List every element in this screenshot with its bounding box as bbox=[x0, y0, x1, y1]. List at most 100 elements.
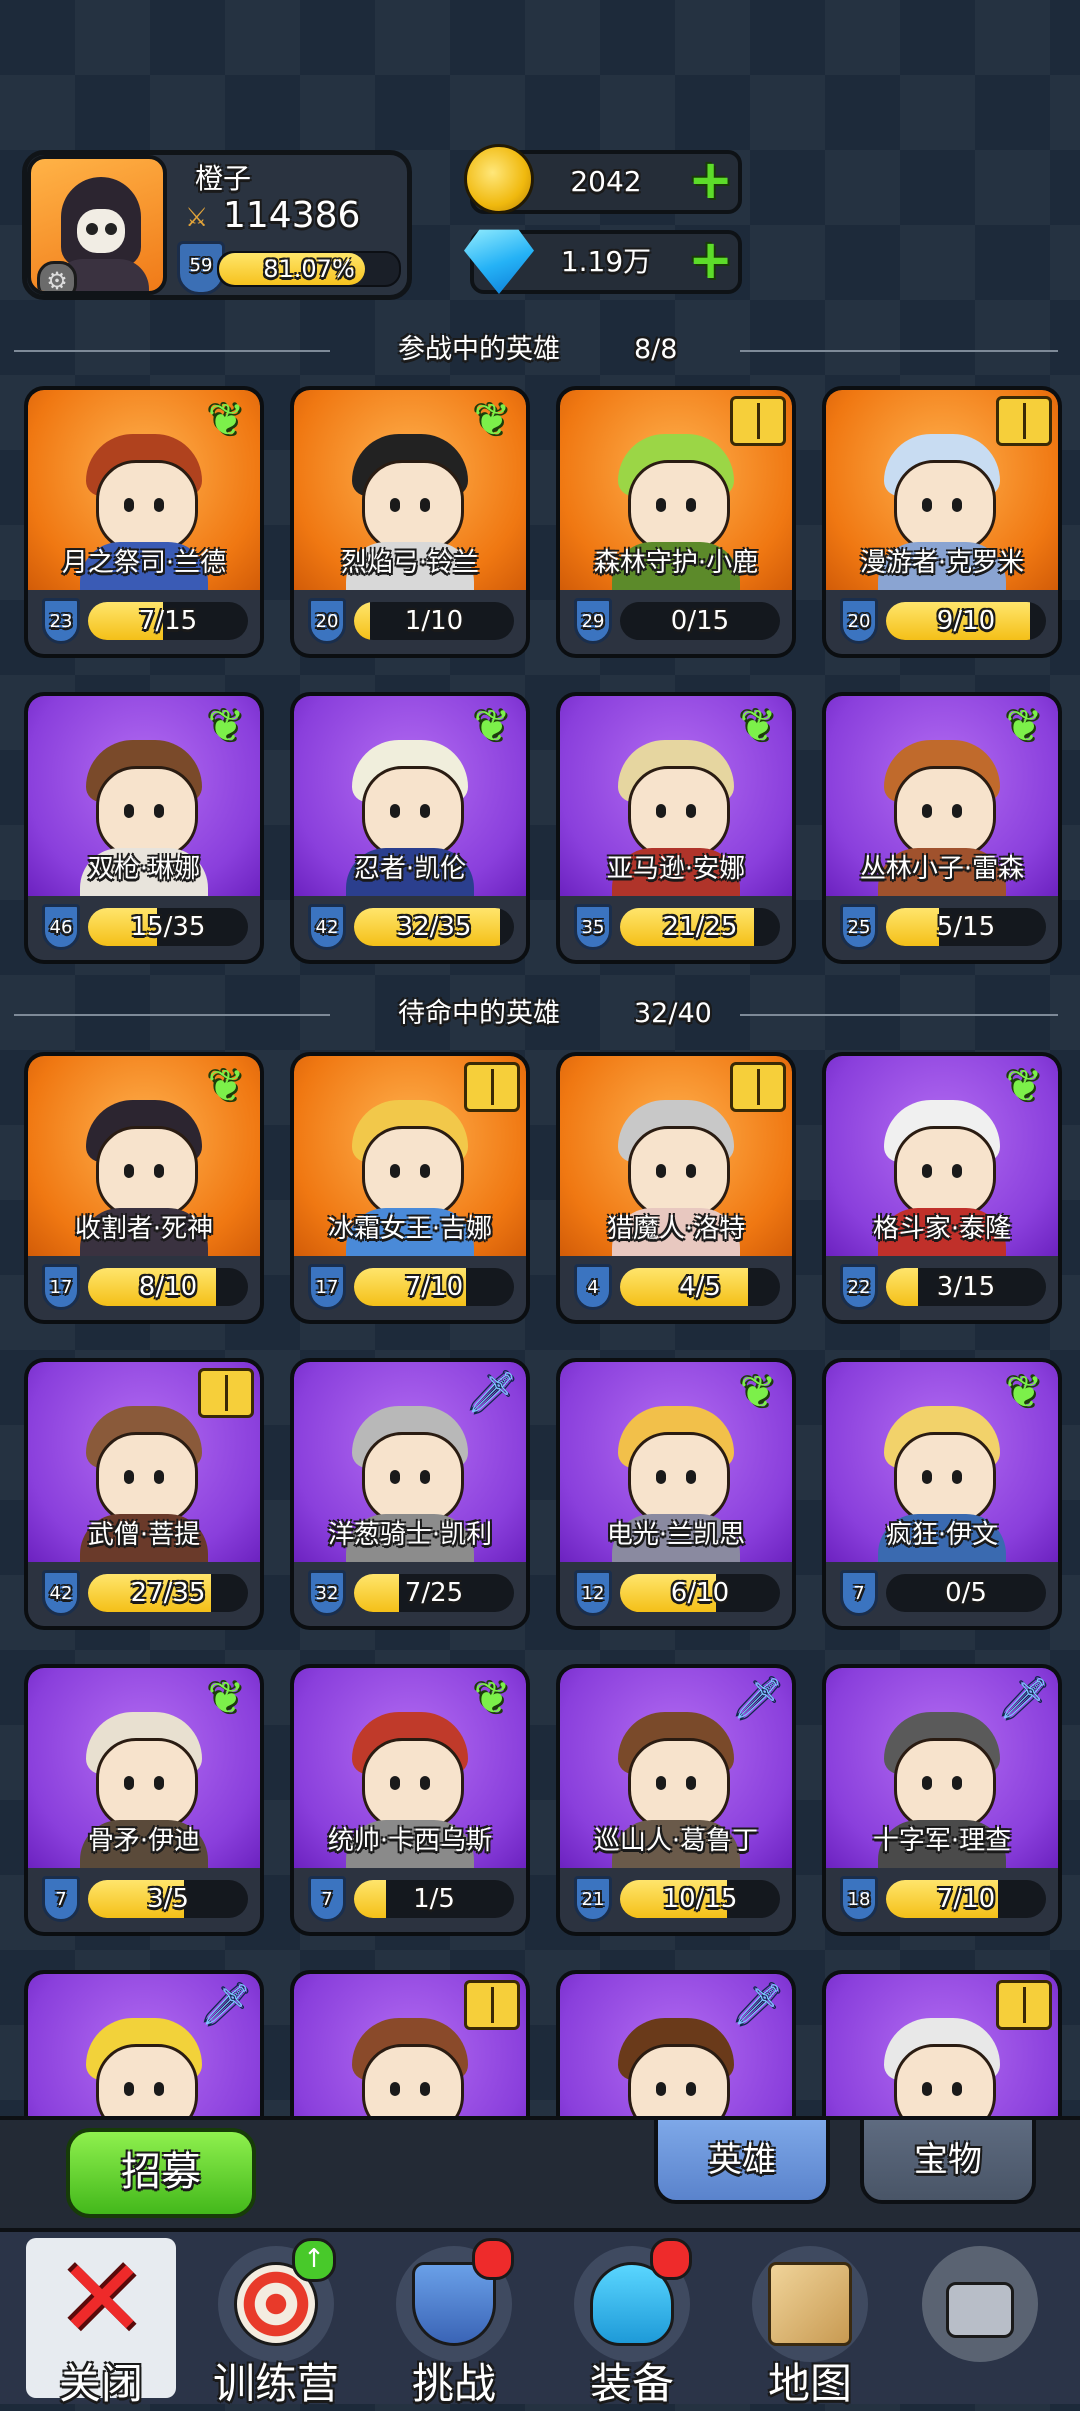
hero-card[interactable]: 漫游者·克罗米 20 9/10 bbox=[822, 386, 1062, 658]
hero-card[interactable]: 🗡 十字军·理查 18 7/10 bbox=[822, 1664, 1062, 1936]
hero-level-shield-icon: 7 bbox=[308, 1876, 346, 1922]
hero-card[interactable]: ❦ 统帅·卡西乌斯 7 1/5 bbox=[290, 1664, 530, 1936]
hero-card[interactable]: ❦ 电光·兰凯思 12 6/10 bbox=[556, 1358, 796, 1630]
hero-card[interactable]: 武僧·菩提 42 27/35 bbox=[24, 1358, 264, 1630]
hero-stats: 29 0/15 bbox=[560, 590, 792, 654]
hero-level-shield-icon: 35 bbox=[574, 904, 612, 950]
hero-card[interactable]: 冰霜女王·吉娜 17 7/10 bbox=[290, 1052, 530, 1324]
wing-icon: ❦ bbox=[207, 395, 245, 446]
hero-shard-progress: 10/15 bbox=[620, 1880, 780, 1918]
hero-name: 漫游者·克罗米 bbox=[859, 548, 1025, 578]
nav-map[interactable]: 地图 bbox=[730, 2238, 890, 2408]
hero-level-shield-icon: 23 bbox=[42, 598, 80, 644]
hero-name: 电光·兰凯思 bbox=[606, 1520, 746, 1550]
xp-progress-bar: 81.07% bbox=[217, 251, 401, 287]
hero-card[interactable]: ❦ 骨矛·伊迪 7 3/5 bbox=[24, 1664, 264, 1936]
hero-card[interactable]: 森林守护·小鹿 29 0/15 bbox=[556, 386, 796, 658]
nav-locked[interactable] bbox=[900, 2238, 1060, 2398]
hero-shard-progress: 4/5 bbox=[620, 1268, 780, 1306]
hero-card[interactable]: ❦ 月之祭司·兰德 23 7/15 bbox=[24, 386, 264, 658]
gold-counter: 2042 + bbox=[464, 144, 742, 214]
hero-level-shield-icon: 29 bbox=[574, 598, 612, 644]
hero-shard-progress: 7/10 bbox=[354, 1268, 514, 1306]
hero-card[interactable]: ❦ 烈焰弓·铃兰 20 1/10 bbox=[290, 386, 530, 658]
hero-portrait: ❦ 统帅·卡西乌斯 bbox=[294, 1668, 526, 1880]
hero-card[interactable]: 🗡 巡山人·葛鲁丁 21 10/15 bbox=[556, 1664, 796, 1936]
book-icon bbox=[730, 396, 786, 446]
hero-stats: 18 7/10 bbox=[826, 1868, 1058, 1932]
hero-level-shield-icon: 46 bbox=[42, 904, 80, 950]
hero-portrait: ❦ 烈焰弓·铃兰 bbox=[294, 390, 526, 602]
wing-icon: ❦ bbox=[1005, 1061, 1043, 1112]
player-avatar[interactable]: ⚙ bbox=[27, 155, 167, 295]
nav-challenge[interactable]: 挑战 bbox=[374, 2238, 534, 2408]
gear-icon[interactable]: ⚙ bbox=[37, 261, 77, 291]
book-icon bbox=[730, 1062, 786, 1112]
hero-shard-count: 4/5 bbox=[679, 1272, 721, 1302]
hero-card[interactable]: ❦ 亚马逊·安娜 35 21/25 bbox=[556, 692, 796, 964]
hero-shard-progress: 3/15 bbox=[886, 1268, 1046, 1306]
hero-stats: 35 21/25 bbox=[560, 896, 792, 960]
hero-shard-count: 1/5 bbox=[413, 1884, 455, 1914]
wing-icon: ❦ bbox=[207, 1061, 245, 1112]
wing-icon: ❦ bbox=[1005, 701, 1043, 752]
hero-card[interactable]: ❦ 疯狂·伊文 7 0/5 bbox=[822, 1358, 1062, 1630]
hero-shard-count: 7/25 bbox=[404, 1578, 464, 1608]
hero-portrait: 🗡 十字军·理查 bbox=[826, 1668, 1058, 1880]
hero-shard-count: 5/15 bbox=[936, 912, 996, 942]
hero-stats: 25 5/15 bbox=[826, 896, 1058, 960]
hero-shard-count: 0/15 bbox=[670, 606, 730, 636]
hero-card[interactable]: 猎魔人·洛特 4 4/5 bbox=[556, 1052, 796, 1324]
nav-equipment[interactable]: 装备 bbox=[552, 2238, 712, 2408]
hero-stats: 17 7/10 bbox=[294, 1256, 526, 1320]
hero-shard-progress: 21/25 bbox=[620, 908, 780, 946]
notification-dot bbox=[650, 2238, 692, 2280]
nav-close[interactable]: ✕ 关闭 bbox=[26, 2238, 176, 2408]
hero-portrait: 🗡 巡山人·葛鲁丁 bbox=[560, 1668, 792, 1880]
hero-shard-progress: 7/25 bbox=[354, 1574, 514, 1612]
wing-icon: ❦ bbox=[739, 1367, 777, 1418]
hero-level-shield-icon: 17 bbox=[308, 1264, 346, 1310]
book-icon bbox=[996, 396, 1052, 446]
hero-portrait: 🗡 洋葱骑士·凯利 bbox=[294, 1362, 526, 1574]
hero-portrait: 森林守护·小鹿 bbox=[560, 390, 792, 602]
hero-card[interactable]: ❦ 忍者·凯伦 42 32/35 bbox=[290, 692, 530, 964]
hero-stats: 20 9/10 bbox=[826, 590, 1058, 654]
book-icon bbox=[996, 1980, 1052, 2030]
hero-shard-progress: 27/35 bbox=[88, 1574, 248, 1612]
add-gems-button[interactable]: + bbox=[688, 233, 733, 287]
nav-training[interactable]: ↑ 训练营 bbox=[196, 2238, 356, 2408]
hero-name: 猎魔人·洛特 bbox=[606, 1214, 746, 1244]
dagger-icon: 🗡 bbox=[466, 1370, 518, 1416]
hero-stats: 7 0/5 bbox=[826, 1562, 1058, 1626]
wing-icon: ❦ bbox=[739, 701, 777, 752]
hero-shard-count: 21/25 bbox=[662, 912, 738, 942]
nav-label: 挑战 bbox=[411, 2359, 496, 2408]
tab-treasure[interactable]: 宝物 bbox=[860, 2116, 1036, 2204]
book-icon bbox=[464, 1062, 520, 1112]
hero-stats: 4 4/5 bbox=[560, 1256, 792, 1320]
tab-heroes[interactable]: 英雄 bbox=[654, 2116, 830, 2204]
divider bbox=[14, 350, 330, 352]
hero-level-shield-icon: 4 bbox=[574, 1264, 612, 1310]
hero-card[interactable]: ❦ 格斗家·泰隆 22 3/15 bbox=[822, 1052, 1062, 1324]
hero-card[interactable]: ❦ 双枪·琳娜 46 15/35 bbox=[24, 692, 264, 964]
hero-card[interactable]: ❦ 收割者·死神 17 8/10 bbox=[24, 1052, 264, 1324]
hero-level-shield-icon: 7 bbox=[840, 1570, 878, 1616]
hero-level-shield-icon: 42 bbox=[308, 904, 346, 950]
hero-level-shield-icon: 32 bbox=[308, 1570, 346, 1616]
section-count: 8/8 bbox=[634, 334, 678, 365]
player-profile: ⚙ 橙子 ⚔ 114386 59 81.07% bbox=[22, 150, 412, 300]
add-gold-button[interactable]: + bbox=[688, 153, 733, 207]
hero-portrait: 冰霜女王·吉娜 bbox=[294, 1056, 526, 1268]
dagger-icon: 🗡 bbox=[998, 1676, 1050, 1722]
recruit-button[interactable]: 招募 bbox=[66, 2128, 256, 2218]
upgrade-arrow-icon: ↑ bbox=[292, 2238, 336, 2282]
hero-shard-count: 3/5 bbox=[147, 1884, 189, 1914]
nav-label: 地图 bbox=[767, 2359, 852, 2408]
hero-portrait: ❦ 丛林小子·雷森 bbox=[826, 696, 1058, 908]
hero-level-shield-icon: 22 bbox=[840, 1264, 878, 1310]
hero-card[interactable]: ❦ 丛林小子·雷森 25 5/15 bbox=[822, 692, 1062, 964]
hero-name: 月之祭司·兰德 bbox=[61, 548, 227, 578]
hero-card[interactable]: 🗡 洋葱骑士·凯利 32 7/25 bbox=[290, 1358, 530, 1630]
